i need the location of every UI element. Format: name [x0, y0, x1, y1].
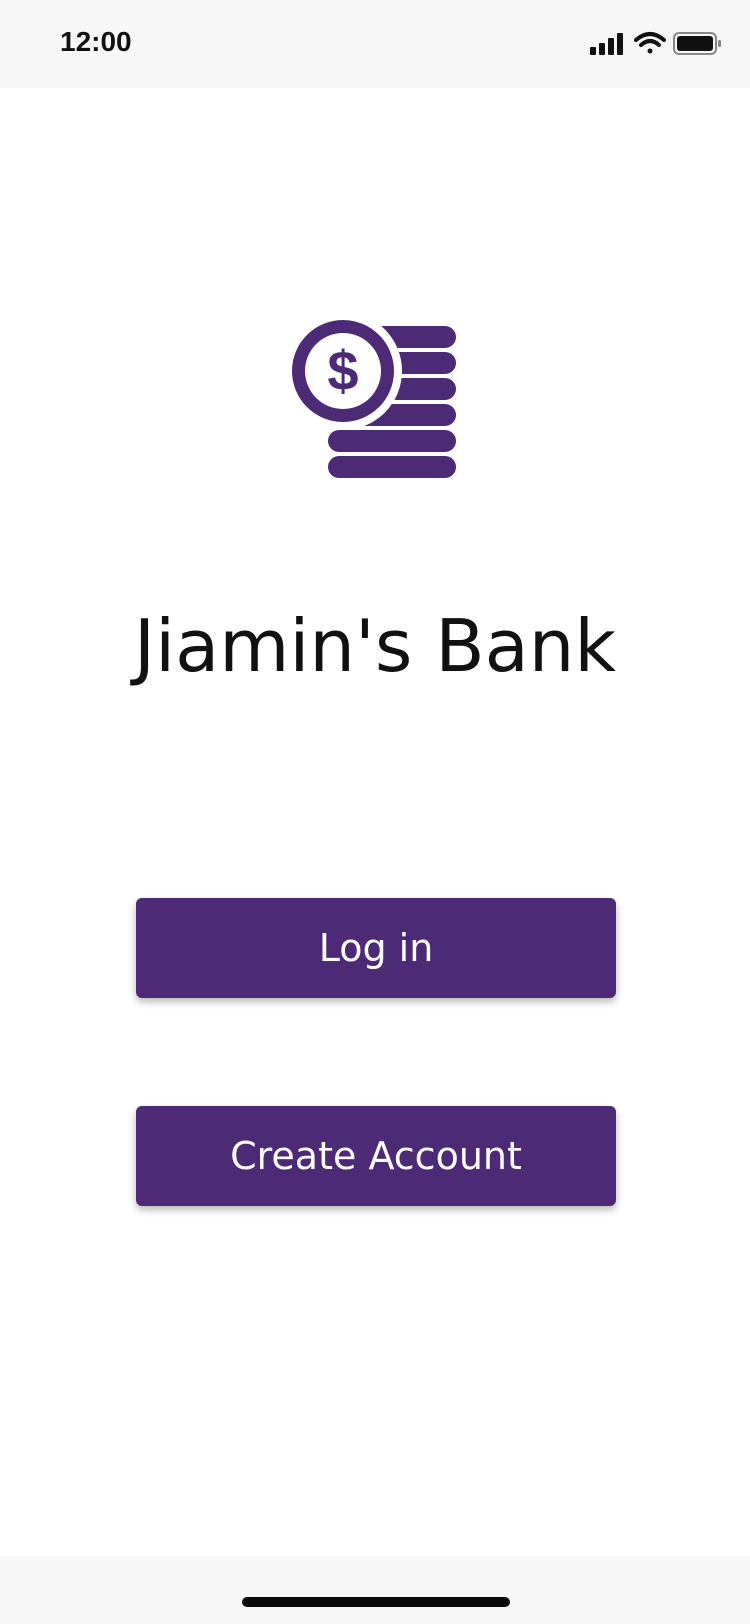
coin-stack-dollar-icon: $ [292, 320, 456, 478]
svg-text:$: $ [327, 339, 358, 402]
login-button[interactable]: Log in [136, 898, 616, 998]
cellular-signal-icon [590, 33, 623, 55]
status-time: 12:00 [60, 26, 132, 57]
create-account-button[interactable]: Create Account [136, 1106, 616, 1206]
home-indicator-area [0, 1556, 750, 1624]
status-icons [590, 32, 721, 55]
home-indicator[interactable] [242, 1597, 510, 1607]
battery-icon [673, 32, 721, 55]
status-bar: 12:00 [0, 0, 750, 88]
app-title: Jiamin's Bank [133, 604, 617, 688]
wifi-icon [634, 32, 666, 54]
